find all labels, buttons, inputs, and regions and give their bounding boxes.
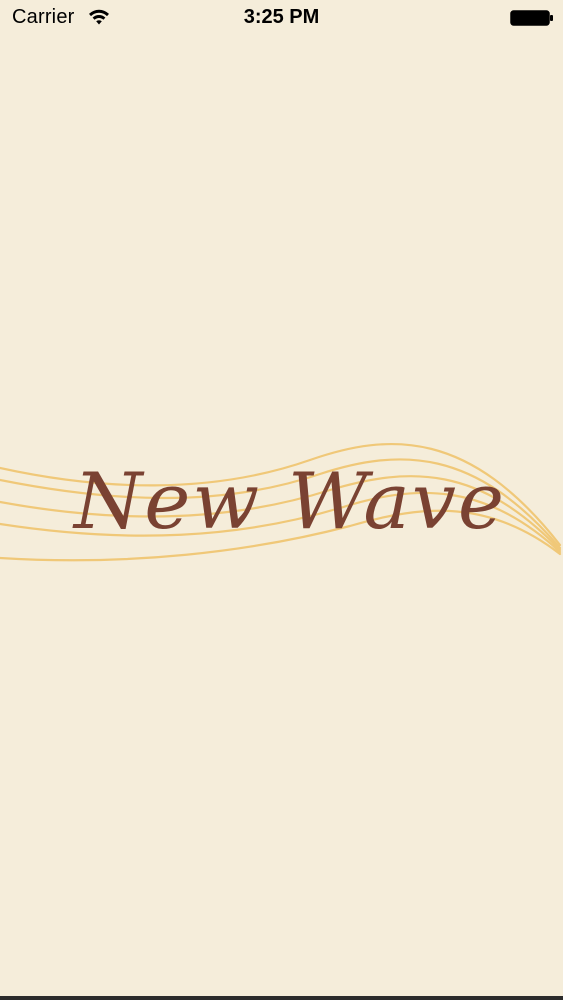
bottom-edge (0, 996, 563, 1000)
status-time: 3:25 PM (243, 6, 320, 28)
status-bar: Carrier 3:25 PM (0, 0, 563, 40)
logo-text: New Wave (72, 457, 506, 547)
splash-screen: Carrier 3:25 PM New Wave (0, 0, 563, 1000)
battery-icon (510, 10, 553, 26)
new-wave-logo: New Wave (0, 442, 562, 562)
